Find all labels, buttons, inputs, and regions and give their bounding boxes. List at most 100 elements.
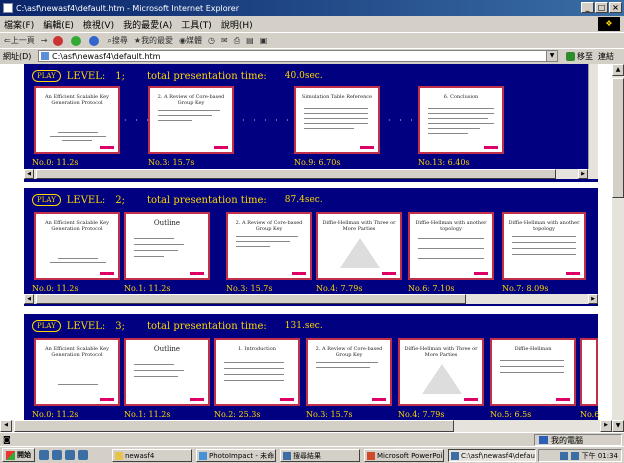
task-button-photoimpact[interactable]: PhotoImpact - 未命... [196, 449, 276, 462]
slide-thumbnail[interactable]: Diffie-Hellman [490, 338, 576, 406]
discuss-button[interactable]: ▣ [260, 36, 268, 45]
slide-footer-logo [190, 398, 204, 401]
edit-button[interactable]: ▤ [246, 36, 254, 45]
slide-thumbnail[interactable]: 6. Conclusion [418, 86, 504, 154]
print-button[interactable]: ⎙ [234, 36, 240, 46]
level-horizontal-scrollbar[interactable]: ◀ ▶ [24, 294, 598, 304]
desktop-quicklaunch-icon[interactable] [65, 450, 75, 460]
level-number: 3; [115, 320, 125, 332]
menu-tools[interactable]: 工具(T) [181, 18, 212, 31]
play-button[interactable]: PLAY [32, 320, 61, 332]
slide-thumbnail[interactable]: Simulation Table Reference [294, 86, 380, 154]
maximize-button[interactable]: □ [595, 2, 608, 13]
slide-caption: No.3: 15.7s [306, 410, 353, 419]
tray-icon[interactable] [570, 451, 579, 460]
minimize-button[interactable]: _ [581, 2, 594, 13]
level-label: LEVEL: [66, 70, 106, 82]
history-button[interactable]: ◷ [208, 36, 215, 45]
slide-footer-logo [556, 398, 570, 401]
slide-thumbnail[interactable]: An Efficient Scalable Key Generation Pro… [34, 86, 120, 154]
go-button[interactable]: 移至 [566, 51, 593, 62]
slide-thumbnail[interactable]: 2. A Review of Core-based Group Key [148, 86, 234, 154]
links-button[interactable]: 連結 [598, 51, 614, 62]
play-button[interactable]: PLAY [32, 70, 61, 82]
tray-icon[interactable] [559, 451, 568, 460]
mail-icon: ✉ [221, 36, 228, 45]
mail-button[interactable]: ✉ [221, 36, 228, 45]
slide-caption: No.1: 11.2s [124, 410, 171, 419]
address-input[interactable]: C:\asf\newasf4\default.htm ▼ [38, 50, 558, 62]
favorites-icon: ★ [133, 36, 142, 45]
window-title-bar[interactable]: C:\asf\newasf4\default.htm - Microsoft I… [0, 0, 624, 16]
slide-thumbnail[interactable]: 2. A Review of Core-based Group Key [306, 338, 392, 406]
slide-thumbnail[interactable] [580, 338, 598, 406]
level-horizontal-scrollbar[interactable]: ◀ ▶ [24, 169, 598, 179]
play-button[interactable]: PLAY [32, 194, 61, 206]
close-button[interactable]: × [609, 2, 622, 13]
menu-view[interactable]: 檢視(V) [83, 18, 114, 31]
slide-thumbnail[interactable]: Diffie-Hellman with Three or More Partie… [316, 212, 402, 280]
slide-thumbnail[interactable]: An Efficient Scalable Key Generation Pro… [34, 338, 120, 406]
scroll-thumb[interactable] [36, 169, 556, 179]
slide-thumbnail[interactable]: Diffie-Hellman with Three or More Partie… [398, 338, 484, 406]
slide-footer-logo [474, 272, 488, 275]
menu-favorites[interactable]: 我的最愛(A) [123, 18, 172, 31]
menu-file[interactable]: 檔案(F) [4, 18, 34, 31]
task-button-newasf4[interactable]: newasf4 [112, 449, 192, 462]
scroll-down-icon[interactable]: ▼ [612, 420, 624, 432]
slide-caption: No.9: 6.70s [294, 158, 341, 167]
level-panel-2: PLAY LEVEL: 2; total presentation time: … [24, 188, 598, 306]
task-button-search-results[interactable]: 搜尋結果 [280, 449, 360, 462]
menu-help[interactable]: 說明(H) [221, 18, 253, 31]
scroll-left-icon[interactable]: ◀ [0, 420, 12, 432]
slide-caption: No.6 [580, 410, 600, 419]
slide-caption: No.2: 25.3s [214, 410, 261, 419]
search-button[interactable]: ⌕ 搜尋 [107, 35, 127, 46]
slide-footer-logo [382, 272, 396, 275]
ie-icon [451, 451, 459, 460]
scroll-thumb[interactable] [36, 294, 466, 304]
scroll-right-icon[interactable]: ▶ [578, 169, 588, 179]
ie-quicklaunch-icon[interactable] [39, 450, 49, 460]
page-vertical-scrollbar[interactable]: ▲ ▼ [612, 64, 624, 432]
slide-thumbnail[interactable]: Diffie-Hellman with another topology [408, 212, 494, 280]
page-horizontal-scrollbar[interactable]: ◀ ▶ [0, 420, 612, 432]
forward-button[interactable]: → [41, 36, 48, 45]
back-button[interactable]: ⇐ 上一頁 [4, 35, 35, 46]
stop-button[interactable] [53, 35, 65, 46]
scroll-thumb[interactable] [14, 420, 454, 432]
scroll-thumb[interactable] [612, 78, 624, 198]
slide-thumbnail[interactable]: An Efficient Scalable Key Generation Pro… [34, 212, 120, 280]
address-dropdown-icon[interactable]: ▼ [546, 51, 557, 61]
home-button[interactable] [89, 35, 101, 46]
ellipsis: · · · · · [242, 116, 292, 125]
level-label: LEVEL: [66, 320, 106, 332]
scroll-left-icon[interactable]: ◀ [24, 294, 34, 304]
level-vertical-scrollbar[interactable] [588, 64, 598, 169]
total-time-value: 131.sec. [284, 321, 323, 331]
start-button[interactable]: 開始 [2, 448, 35, 462]
outlook-quicklaunch-icon[interactable] [52, 450, 62, 460]
media-button[interactable]: ◉ 媒體 [179, 35, 202, 46]
scroll-up-icon[interactable]: ▲ [612, 64, 624, 76]
slide-thumbnail[interactable]: 2. A Review of Core-based Group Key [226, 212, 312, 280]
scroll-right-icon[interactable]: ▶ [588, 294, 598, 304]
favorites-button[interactable]: ★ 我的最愛 [134, 35, 173, 46]
level-number: 1; [115, 70, 125, 82]
refresh-button[interactable] [71, 35, 83, 46]
slide-thumbnail[interactable]: Diffie-Hellman with another topology [502, 212, 586, 280]
ie-icon [3, 3, 13, 13]
task-button-powerpoint[interactable]: Microsoft PowerPoint... [364, 449, 444, 462]
scroll-left-icon[interactable]: ◀ [24, 169, 34, 179]
menu-edit[interactable]: 編輯(E) [43, 18, 74, 31]
total-time-value: 87.4sec. [284, 195, 323, 205]
status-bar: ◙ 我的電腦 [0, 432, 624, 446]
slide-caption: No.5: 6.5s [490, 410, 532, 419]
scroll-right-icon[interactable]: ▶ [600, 420, 612, 432]
slide-thumbnail[interactable]: 1. Introduction [214, 338, 300, 406]
slide-thumbnail[interactable]: Outline [124, 338, 210, 406]
media-quicklaunch-icon[interactable] [78, 450, 88, 460]
task-button-ie-default[interactable]: C:\asf\newasf4\defaul... [448, 449, 536, 462]
slide-caption: No.4: 7.79s [316, 284, 363, 293]
slide-thumbnail[interactable]: Outline [124, 212, 210, 280]
